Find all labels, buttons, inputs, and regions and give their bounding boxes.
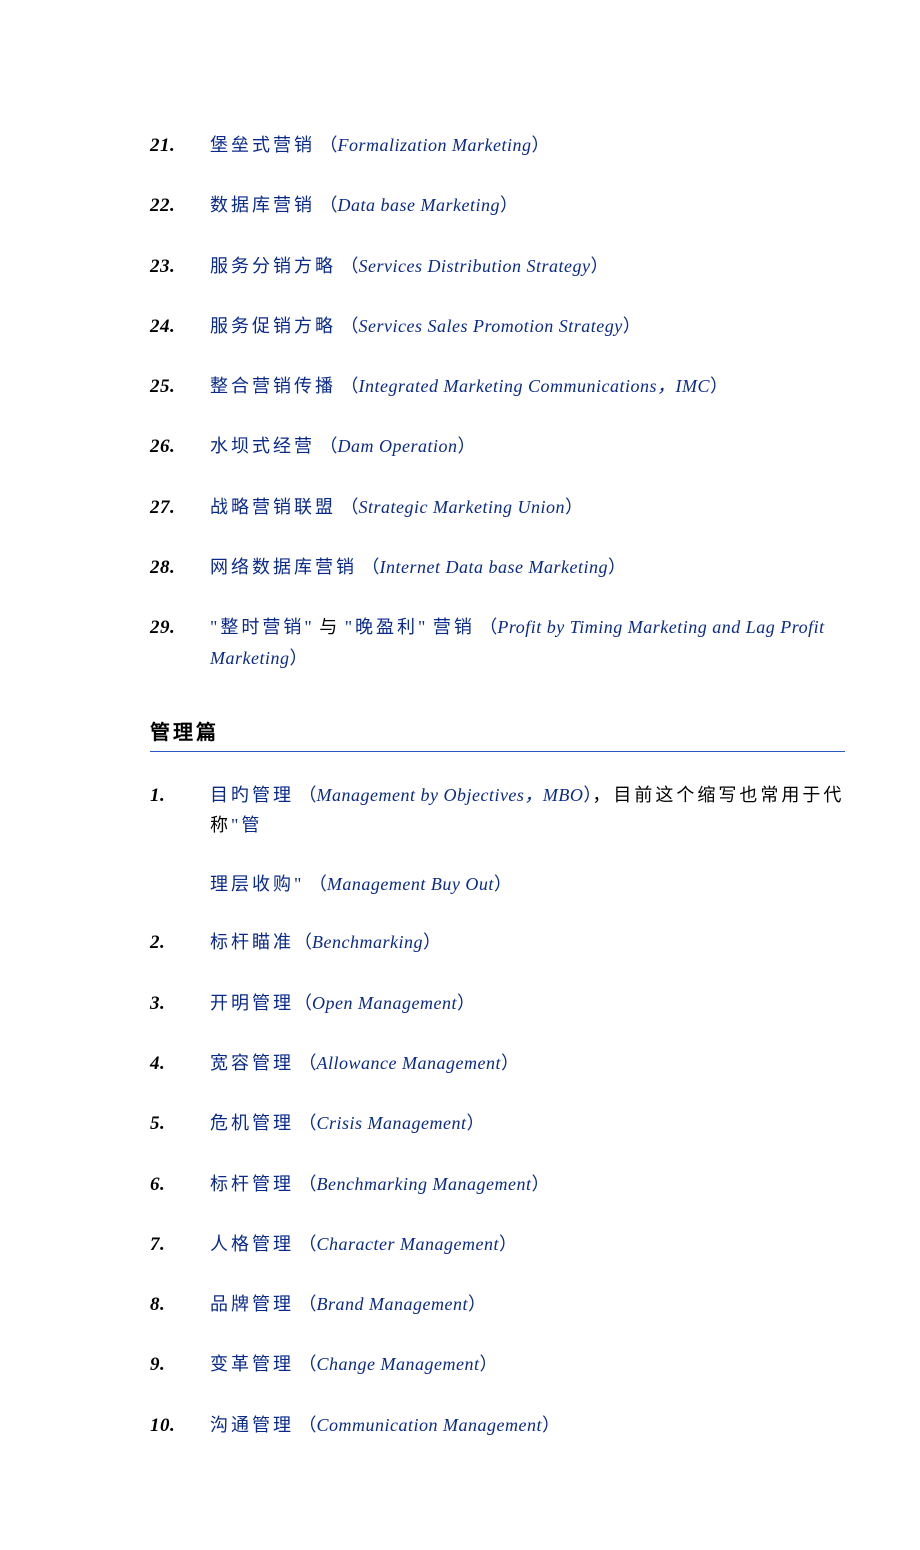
item-term: 战略营销联盟 （Strategic Marketing Union） [210, 492, 845, 523]
item-term: 标杆瞄准（Benchmarking） [210, 927, 845, 958]
list-item: 2. 标杆瞄准（Benchmarking） [150, 927, 845, 959]
item-number: 7. [150, 1229, 210, 1261]
item-term: "整时营销" 与 "晚盈利" 营销 （Profit by Timing Mark… [210, 612, 845, 673]
section-divider [150, 751, 845, 752]
item-number: 4. [150, 1048, 210, 1080]
list-item: 28. 网络数据库营销 （Internet Data base Marketin… [150, 552, 845, 584]
item-number: 9. [150, 1349, 210, 1381]
item-number: 21. [150, 130, 210, 162]
list-item: 27. 战略营销联盟 （Strategic Marketing Union） [150, 492, 845, 524]
item-number: 6. [150, 1169, 210, 1201]
item-number: 29. [150, 612, 210, 644]
item-number: 26. [150, 431, 210, 463]
item-number: 27. [150, 492, 210, 524]
list-item: 23. 服务分销方略 （Services Distribution Strate… [150, 251, 845, 283]
item-term: 标杆管理 （Benchmarking Management） [210, 1169, 845, 1200]
list-item: 25. 整合营销传播 （Integrated Marketing Communi… [150, 371, 845, 403]
list-item: 5. 危机管理 （Crisis Management） [150, 1108, 845, 1140]
item-term: 堡垒式营销 （Formalization Marketing） [210, 130, 845, 161]
item-continuation: 理层收购" （Management Buy Out） [210, 869, 845, 900]
item-term: 水坝式经营 （Dam Operation） [210, 431, 845, 462]
item-term: 沟通管理 （Communication Management） [210, 1410, 845, 1441]
list-item: 6. 标杆管理 （Benchmarking Management） [150, 1169, 845, 1201]
document-page: 21. 堡垒式营销 （Formalization Marketing） 22. … [0, 0, 920, 1550]
item-number: 8. [150, 1289, 210, 1321]
list-item: 8. 品牌管理 （Brand Management） [150, 1289, 845, 1321]
item-number: 2. [150, 927, 210, 959]
item-term: 宽容管理 （Allowance Management） [210, 1048, 845, 1079]
item-number: 25. [150, 371, 210, 403]
item-term: 变革管理 （Change Management） [210, 1349, 845, 1380]
item-number: 10. [150, 1410, 210, 1442]
item-term: 目旳管理 （Management by Objectives，MBO），目前这个… [210, 780, 845, 900]
marketing-list: 21. 堡垒式营销 （Formalization Marketing） 22. … [150, 130, 845, 674]
list-item: 22. 数据库营销 （Data base Marketing） [150, 190, 845, 222]
item-number: 1. [150, 780, 210, 812]
item-number: 5. [150, 1108, 210, 1140]
list-item: 9. 变革管理 （Change Management） [150, 1349, 845, 1381]
list-item: 26. 水坝式经营 （Dam Operation） [150, 431, 845, 463]
section-heading: 管理篇 [150, 716, 845, 745]
list-item: 3. 开明管理（Open Management） [150, 988, 845, 1020]
item-term: 人格管理 （Character Management） [210, 1229, 845, 1260]
item-number: 23. [150, 251, 210, 283]
list-item: 1. 目旳管理 （Management by Objectives，MBO），目… [150, 780, 845, 900]
item-term: 危机管理 （Crisis Management） [210, 1108, 845, 1139]
item-term: 整合营销传播 （Integrated Marketing Communicati… [210, 371, 845, 402]
list-item: 21. 堡垒式营销 （Formalization Marketing） [150, 130, 845, 162]
item-number: 22. [150, 190, 210, 222]
list-item: 10. 沟通管理 （Communication Management） [150, 1410, 845, 1442]
item-term: 服务分销方略 （Services Distribution Strategy） [210, 251, 845, 282]
list-item: 24. 服务促销方略 （Services Sales Promotion Str… [150, 311, 845, 343]
management-list: 1. 目旳管理 （Management by Objectives，MBO），目… [150, 780, 845, 1442]
item-number: 3. [150, 988, 210, 1020]
list-item: 7. 人格管理 （Character Management） [150, 1229, 845, 1261]
item-term: 品牌管理 （Brand Management） [210, 1289, 845, 1320]
item-term: 服务促销方略 （Services Sales Promotion Strateg… [210, 311, 845, 342]
list-item: 4. 宽容管理 （Allowance Management） [150, 1048, 845, 1080]
item-number: 28. [150, 552, 210, 584]
item-term: 数据库营销 （Data base Marketing） [210, 190, 845, 221]
item-term: 开明管理（Open Management） [210, 988, 845, 1019]
item-term: 网络数据库营销 （Internet Data base Marketing） [210, 552, 845, 583]
list-item: 29. "整时营销" 与 "晚盈利" 营销 （Profit by Timing … [150, 612, 845, 673]
item-number: 24. [150, 311, 210, 343]
